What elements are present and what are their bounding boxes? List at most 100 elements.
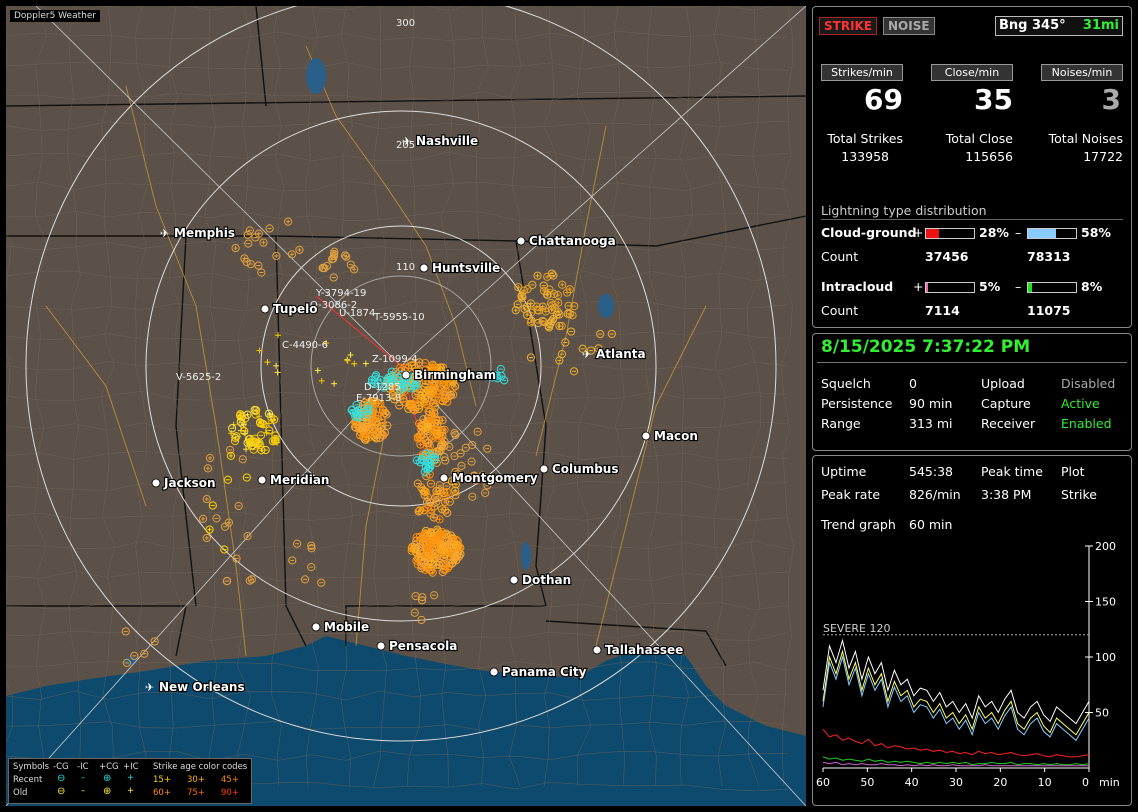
lightning-map[interactable]: 300 205 110 Y-3794-19 O-3086-2 U-1874 T-…	[6, 6, 806, 806]
trend-graph-value[interactable]: 60 min	[909, 517, 952, 532]
city-panama-city[interactable]: Panama City	[489, 664, 588, 680]
distance-value: 31mi	[1082, 18, 1119, 33]
severe-label: SEVERE 120	[823, 622, 891, 635]
storm-track-label[interactable]: V-5625-2	[176, 372, 221, 383]
noise-tag[interactable]: NOISE	[883, 17, 935, 35]
city-dot-icon	[641, 431, 651, 441]
city-new-orleans[interactable]: ✈ New Orleans	[145, 679, 246, 695]
strike-symbols	[121, 217, 616, 667]
city-meridian[interactable]: Meridian	[257, 472, 331, 488]
trend-graph-label: Trend graph	[821, 517, 896, 532]
distribution-title: Lightning type distribution	[821, 203, 987, 218]
city-birmingham[interactable]: Birmingham	[401, 367, 497, 383]
legend-age-label: Strike age color codes	[153, 762, 248, 772]
uptime-label: Uptime	[821, 464, 867, 479]
x-tick-label: 30	[949, 776, 963, 789]
city-huntsville[interactable]: Huntsville	[419, 260, 501, 276]
map-canvas[interactable]: 300 205 110 Y-3794-19 O-3086-2 U-1874 T-…	[6, 6, 806, 806]
city-columbus[interactable]: Columbus	[539, 461, 620, 477]
storm-track-label[interactable]: C-4490-6	[282, 340, 328, 351]
y-tick-label: 50	[1095, 707, 1109, 720]
x-tick-label: 20	[993, 776, 1007, 789]
ic-negative-pct: 8%	[1081, 279, 1103, 294]
y-tick-label: 150	[1095, 596, 1116, 609]
storm-track-label[interactable]: Z-1099-4	[372, 354, 418, 365]
storm-track-label[interactable]: D-1285	[364, 382, 401, 393]
city-label: Montgomery	[452, 471, 538, 485]
range-label: Range	[821, 416, 861, 431]
x-tick-label: 50	[860, 776, 874, 789]
city-dot-icon	[439, 473, 449, 483]
city-dot-icon	[260, 304, 270, 314]
city-label: Huntsville	[432, 261, 500, 275]
range-value[interactable]: 313 mi	[909, 416, 952, 431]
city-montgomery[interactable]: Montgomery	[439, 470, 539, 486]
neg-cg-recent-icon: ⊖	[57, 773, 66, 784]
city-label: Pensacola	[389, 639, 457, 653]
x-tick-label: 10	[1038, 776, 1052, 789]
city-jackson[interactable]: Jackson	[151, 475, 217, 491]
city-label: Nashville	[416, 134, 478, 148]
settings-panel: 8/15/2025 7:37:22 PM Squelch 0 Persisten…	[812, 333, 1132, 451]
airport-icon: ✈	[402, 135, 411, 148]
city-pensacola[interactable]: Pensacola	[376, 638, 458, 654]
state-borders	[6, 6, 806, 667]
city-dot-icon	[311, 622, 321, 632]
ic-positive-count: 7114	[925, 303, 960, 318]
city-label: Dothan	[522, 573, 571, 587]
city-label: Meridian	[270, 473, 329, 487]
storm-track-label[interactable]: U-1874	[339, 308, 375, 319]
trend-series-0	[822, 638, 1090, 725]
strike-tag[interactable]: STRIKE	[819, 17, 878, 35]
range-label-300: 300	[396, 18, 415, 29]
storm-track-label[interactable]: Y-3794-19	[315, 288, 366, 299]
ic-minus-sign: –	[1015, 279, 1022, 294]
age-old-60: 60+	[153, 788, 171, 798]
close-per-min-label: Close/min	[931, 64, 1013, 81]
bearing-value: Bng 345°	[999, 18, 1066, 33]
total-noises-label: Total Noises	[1048, 131, 1123, 146]
capture-value[interactable]: Active	[1061, 396, 1100, 411]
legend-col-neg-ic: -IC	[77, 762, 89, 772]
ic-count-label: Count	[821, 303, 859, 318]
datetime: 8/15/2025 7:37:22 PM	[821, 337, 1031, 357]
city-mobile[interactable]: Mobile	[311, 619, 370, 635]
city-label: New Orleans	[159, 680, 245, 694]
city-label: Panama City	[502, 665, 587, 679]
city-tallahassee[interactable]: Tallahassee	[592, 642, 684, 658]
symbol-legend: Symbols -CG -IC +CG +IC Strike age color…	[8, 758, 252, 804]
receiver-value[interactable]: Enabled	[1061, 416, 1112, 431]
total-strikes-label: Total Strikes	[827, 131, 903, 146]
ic-positive-bar	[925, 282, 975, 293]
city-label: Tupelo	[273, 302, 318, 316]
noises-per-min-label: Noises/min	[1041, 64, 1123, 81]
capture-label: Capture	[981, 396, 1031, 411]
cg-positive-count: 37456	[925, 249, 969, 264]
age-old-90: 90+	[221, 788, 239, 798]
city-labels: ✈ Nashville ✈ Memphis Chattanooga Huntsville T…	[145, 133, 699, 695]
trend-chart: 2001501005060 50 40 30 20 10 0 minSEVERE 120	[816, 540, 1120, 789]
city-memphis[interactable]: ✈ Memphis	[160, 225, 236, 241]
x-tick-label: 0	[1082, 776, 1089, 789]
city-chattanooga[interactable]: Chattanooga	[516, 233, 617, 249]
age-recent-15: 15+	[153, 775, 171, 785]
storm-track-label[interactable]: E-7913-8	[356, 393, 401, 404]
city-label: Jackson	[163, 476, 216, 490]
persistence-value[interactable]: 90 min	[909, 396, 952, 411]
trend-panel: Uptime 545:38 Peak time 3:38 PM Plot Str…	[812, 455, 1132, 806]
legend-col-pos-cg: +CG	[99, 762, 119, 772]
legend-symbols-label: Symbols	[13, 762, 50, 772]
trend-series-3	[822, 728, 1090, 758]
upload-value[interactable]: Disabled	[1061, 376, 1115, 391]
squelch-label: Squelch	[821, 376, 871, 391]
city-tupelo[interactable]: Tupelo	[260, 301, 319, 317]
persistence-label: Persistence	[821, 396, 893, 411]
peak-time-value: 3:38 PM	[981, 487, 1032, 502]
plot-value[interactable]: Strike	[1061, 487, 1097, 502]
y-tick-label: 200	[1095, 540, 1116, 553]
distribution-divider	[821, 219, 1123, 220]
city-dot-icon	[401, 370, 411, 380]
city-label: Mobile	[324, 620, 369, 634]
storm-track-label[interactable]: T-5955-10	[373, 312, 425, 323]
squelch-value[interactable]: 0	[909, 376, 917, 391]
